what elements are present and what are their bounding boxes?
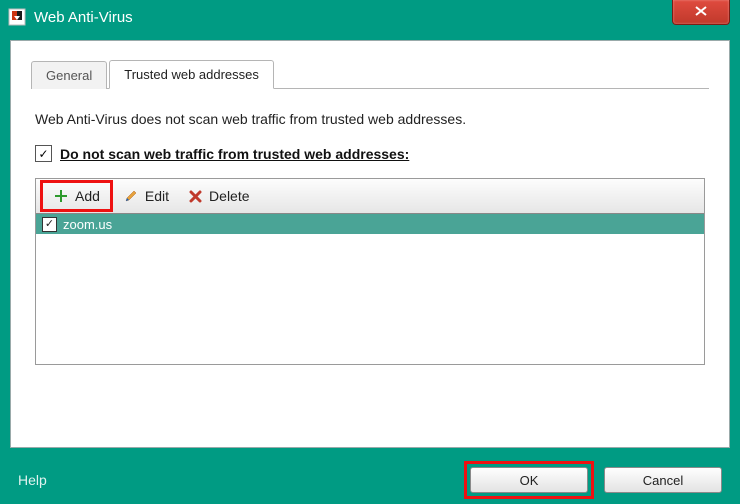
plus-icon [53,188,69,204]
option-checkbox[interactable]: ✓ [35,145,52,162]
tab-trusted-web-addresses[interactable]: Trusted web addresses [109,60,274,89]
x-icon [187,188,203,204]
option-row: ✓ Do not scan web traffic from trusted w… [35,145,705,162]
footer-bar: Help OK Cancel [0,456,740,504]
ok-button[interactable]: OK [470,467,588,493]
close-button[interactable] [672,0,730,25]
list-item[interactable]: ✓ zoom.us [36,214,704,234]
window-title: Web Anti-Virus [34,9,133,26]
delete-label: Delete [209,188,249,204]
window-frame: Web Anti-Virus General Trusted web addre… [0,0,740,504]
option-label: Do not scan web traffic from trusted web… [60,146,409,162]
list-toolbar: Add Edit [36,179,704,214]
close-icon [695,4,707,19]
titlebar: Web Anti-Virus [0,0,740,34]
trusted-list[interactable]: ✓ zoom.us [36,214,704,364]
tab-general[interactable]: General [31,61,107,89]
tab-strip: General Trusted web addresses [31,59,709,89]
list-item-label: zoom.us [63,217,112,232]
content-panel: General Trusted web addresses Web Anti-V… [10,40,730,448]
tab-description: Web Anti-Virus does not scan web traffic… [35,111,705,127]
edit-label: Edit [145,188,169,204]
cancel-button[interactable]: Cancel [604,467,722,493]
help-link[interactable]: Help [18,472,47,488]
add-label: Add [75,188,100,204]
add-button[interactable]: Add [45,184,108,208]
edit-button[interactable]: Edit [115,184,177,208]
app-icon [8,8,26,26]
highlight-add: Add [40,180,113,212]
delete-button[interactable]: Delete [179,184,257,208]
highlight-ok: OK [464,461,594,499]
list-item-checkbox[interactable]: ✓ [42,217,57,232]
pencil-icon [123,188,139,204]
trusted-list-box: Add Edit [35,178,705,365]
